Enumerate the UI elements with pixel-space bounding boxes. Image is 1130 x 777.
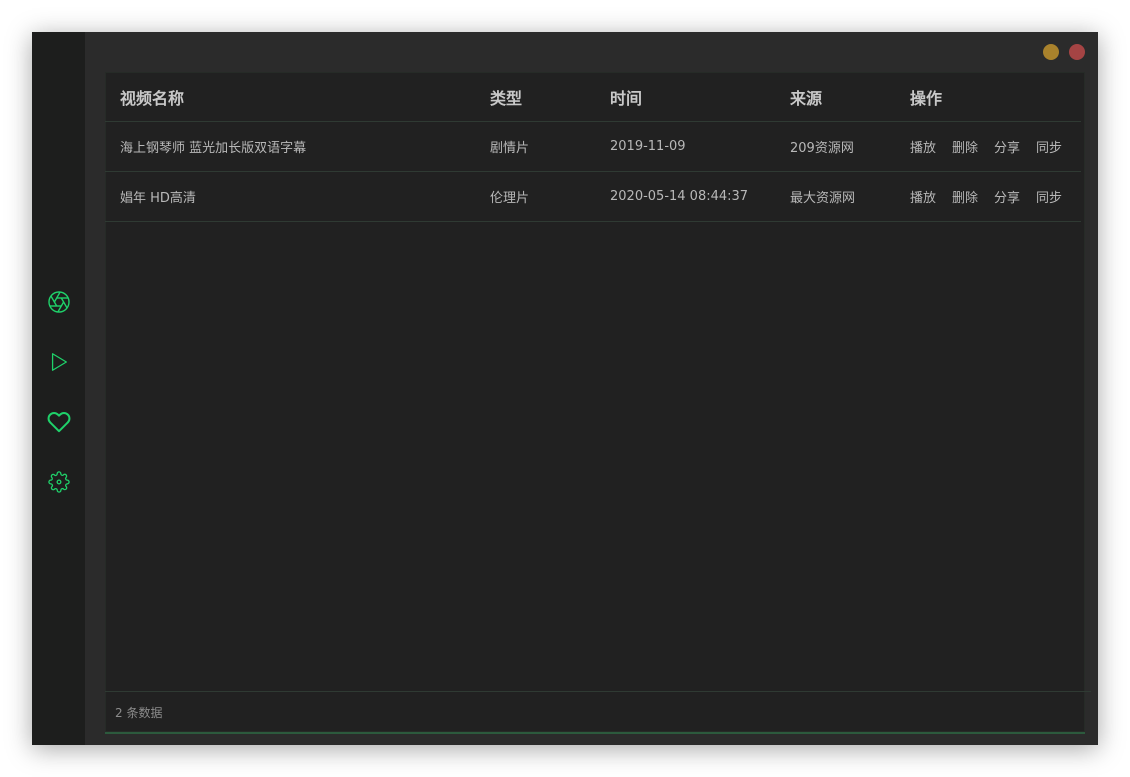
row-source: 209资源网 xyxy=(790,141,854,156)
sidebar-item-favorites[interactable] xyxy=(42,405,76,439)
sync-button[interactable]: 同步 xyxy=(1036,187,1062,206)
header-time: 时间 xyxy=(610,88,643,108)
row-name: 娼年 HD高清 xyxy=(120,191,196,206)
play-button[interactable]: 播放 xyxy=(910,137,936,156)
row-time: 2019-11-09 xyxy=(610,139,686,154)
app-window: 视频名称 类型 时间 来源 操作 海上钢琴师 蓝光加长版双语字幕 剧情片 201… xyxy=(32,32,1098,745)
header-source: 来源 xyxy=(790,88,823,108)
minimize-button[interactable] xyxy=(1043,44,1059,60)
aperture-icon xyxy=(48,291,70,313)
header-actions: 操作 xyxy=(910,88,943,108)
row-actions: 播放 删除 分享 同步 xyxy=(910,122,1078,171)
header-type: 类型 xyxy=(490,88,523,108)
delete-button[interactable]: 删除 xyxy=(952,137,978,156)
row-actions: 播放 删除 分享 同步 xyxy=(910,172,1078,221)
share-button[interactable]: 分享 xyxy=(994,137,1020,156)
table-header: 视频名称 类型 时间 来源 操作 xyxy=(105,72,1081,122)
record-count: 2 条数据 xyxy=(105,691,1091,732)
row-time: 2020-05-14 08:44:37 xyxy=(610,189,749,204)
play-icon xyxy=(51,353,67,371)
close-button[interactable] xyxy=(1069,44,1085,60)
heart-icon xyxy=(47,412,71,433)
sidebar-item-aperture[interactable] xyxy=(42,285,76,319)
header-name: 视频名称 xyxy=(120,88,185,108)
gear-icon xyxy=(48,471,70,493)
share-button[interactable]: 分享 xyxy=(994,187,1020,206)
delete-button[interactable]: 删除 xyxy=(952,187,978,206)
sync-button[interactable]: 同步 xyxy=(1036,137,1062,156)
video-list-panel: 视频名称 类型 时间 来源 操作 海上钢琴师 蓝光加长版双语字幕 剧情片 201… xyxy=(105,72,1091,734)
row-source: 最大资源网 xyxy=(790,191,856,206)
play-button[interactable]: 播放 xyxy=(910,187,936,206)
row-type: 伦理片 xyxy=(490,191,530,206)
table-row[interactable]: 娼年 HD高清 伦理片 2020-05-14 08:44:37 最大资源网 播放… xyxy=(105,172,1081,222)
sidebar-item-settings[interactable] xyxy=(42,465,76,499)
row-type: 剧情片 xyxy=(490,141,530,156)
table-row[interactable]: 海上钢琴师 蓝光加长版双语字幕 剧情片 2019-11-09 209资源网 播放… xyxy=(105,122,1081,172)
row-name: 海上钢琴师 蓝光加长版双语字幕 xyxy=(120,141,307,156)
sidebar-item-play[interactable] xyxy=(42,345,76,379)
sidebar xyxy=(32,32,85,745)
